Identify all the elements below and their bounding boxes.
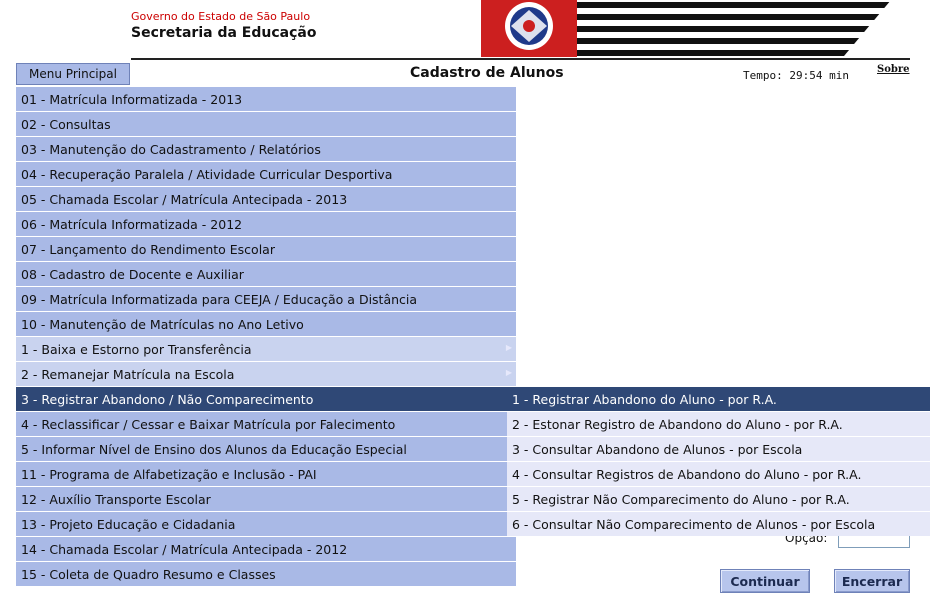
menu-item-03[interactable]: 03 - Manutenção do Cadastramento / Relat…	[16, 137, 516, 161]
continue-button[interactable]: Continuar	[720, 569, 810, 593]
menu-item-label: 4 - Reclassificar / Cessar e Baixar Matr…	[21, 416, 396, 432]
menu-item-label: 04 - Recuperação Paralela / Atividade Cu…	[21, 166, 393, 182]
menu-item-label: 15 - Coleta de Quadro Resumo e Classes	[21, 566, 276, 582]
menu-item-label: 08 - Cadastro de Docente e Auxiliar	[21, 266, 244, 282]
menu-item-08[interactable]: 08 - Cadastro de Docente e Auxiliar	[16, 262, 516, 286]
menu-item-10[interactable]: 10 - Manutenção de Matrículas no Ano Let…	[16, 312, 516, 336]
header-government-text: Governo do Estado de São Paulo	[131, 10, 311, 23]
page-title: Cadastro de Alunos	[410, 65, 564, 81]
submenu-item-label: 1 - Registrar Abandono do Aluno - por R.…	[512, 391, 777, 407]
menu-item-label: 07 - Lançamento do Rendimento Escolar	[21, 241, 275, 257]
menu-item-reclassificar[interactable]: 4 - Reclassificar / Cessar e Baixar Matr…	[16, 412, 516, 436]
submenu-item-2[interactable]: 2 - Estonar Registro de Abandono do Alun…	[507, 412, 930, 436]
menu-principal-button[interactable]: Menu Principal	[16, 63, 130, 85]
submenu-item-label: 5 - Registrar Não Comparecimento do Alun…	[512, 491, 850, 507]
header-secretariat-text: Secretaria da Educação	[131, 25, 317, 41]
menu-item-02[interactable]: 02 - Consultas	[16, 112, 516, 136]
menu-item-15[interactable]: 15 - Coleta de Quadro Resumo e Classes	[16, 562, 516, 586]
submenu-item-4[interactable]: 4 - Consultar Registros de Abandono do A…	[507, 462, 930, 486]
submenu-item-label: 6 - Consultar Não Comparecimento de Alun…	[512, 516, 876, 532]
submenu-item-3[interactable]: 3 - Consultar Abandono de Alunos - por E…	[507, 437, 930, 461]
menu-item-label: 10 - Manutenção de Matrículas no Ano Let…	[21, 316, 304, 332]
menu-item-label: 13 - Projeto Educação e Cidadania	[21, 516, 236, 532]
menu-item-05[interactable]: 05 - Chamada Escolar / Matrícula Antecip…	[16, 187, 516, 211]
menu-item-label: 11 - Programa de Alfabetização e Inclusã…	[21, 466, 317, 482]
sao-paulo-flag-icon	[481, 0, 911, 57]
menu-item-label: 05 - Chamada Escolar / Matrícula Antecip…	[21, 191, 348, 207]
menu-item-label: 01 - Matrícula Informatizada - 2013	[21, 91, 243, 107]
menu-item-14[interactable]: 14 - Chamada Escolar / Matrícula Antecip…	[16, 537, 516, 561]
submenu-item-1[interactable]: 1 - Registrar Abandono do Aluno - por R.…	[507, 387, 930, 411]
submenu-arrow-icon: ▶	[505, 368, 512, 377]
menu-item-remanejar[interactable]: 2 - Remanejar Matrícula na Escola ▶	[16, 362, 516, 386]
submenu-abandono: 1 - Registrar Abandono do Aluno - por R.…	[507, 387, 930, 537]
menu-item-label: 2 - Remanejar Matrícula na Escola	[21, 366, 235, 382]
menu-item-label: 5 - Informar Nível de Ensino dos Alunos …	[21, 441, 407, 457]
submenu-item-label: 2 - Estonar Registro de Abandono do Alun…	[512, 416, 843, 432]
menu-item-04[interactable]: 04 - Recuperação Paralela / Atividade Cu…	[16, 162, 516, 186]
session-timer: Tempo: 29:54 min	[743, 69, 849, 82]
close-button[interactable]: Encerrar	[834, 569, 910, 593]
header-divider	[131, 58, 910, 60]
menu-item-nivel-ensino[interactable]: 5 - Informar Nível de Ensino dos Alunos …	[16, 437, 516, 461]
menu-item-01[interactable]: 01 - Matrícula Informatizada - 2013	[16, 87, 516, 111]
menu-item-registrar-abandono[interactable]: 3 - Registrar Abandono / Não Comparecime…	[16, 387, 516, 411]
menu-item-label: 12 - Auxílio Transporte Escolar	[21, 491, 211, 507]
submenu-item-label: 3 - Consultar Abandono de Alunos - por E…	[512, 441, 803, 457]
menu-item-label: 3 - Registrar Abandono / Não Comparecime…	[21, 391, 314, 407]
menu-item-label: 06 - Matrícula Informatizada - 2012	[21, 216, 243, 232]
menu-item-12[interactable]: 12 - Auxílio Transporte Escolar	[16, 487, 516, 511]
menu-item-label: 1 - Baixa e Estorno por Transferência	[21, 341, 252, 357]
menu-item-13[interactable]: 13 - Projeto Educação e Cidadania	[16, 512, 516, 536]
menu-item-label: 14 - Chamada Escolar / Matrícula Antecip…	[21, 541, 348, 557]
menu-item-baixa-estorno[interactable]: 1 - Baixa e Estorno por Transferência ▶	[16, 337, 516, 361]
menu-item-11[interactable]: 11 - Programa de Alfabetização e Inclusã…	[16, 462, 516, 486]
sobre-link[interactable]: Sobre	[877, 64, 910, 75]
submenu-item-6[interactable]: 6 - Consultar Não Comparecimento de Alun…	[507, 512, 930, 536]
submenu-arrow-icon: ▶	[505, 343, 512, 352]
menu-item-label: 09 - Matrícula Informatizada para CEEJA …	[21, 291, 418, 307]
submenu-item-5[interactable]: 5 - Registrar Não Comparecimento do Alun…	[507, 487, 930, 511]
menu-item-09[interactable]: 09 - Matrícula Informatizada para CEEJA …	[16, 287, 516, 311]
menu-item-label: 02 - Consultas	[21, 116, 111, 132]
main-menu: 01 - Matrícula Informatizada - 2013 02 -…	[16, 87, 516, 587]
submenu-item-label: 4 - Consultar Registros de Abandono do A…	[512, 466, 862, 482]
menu-item-06[interactable]: 06 - Matrícula Informatizada - 2012	[16, 212, 516, 236]
menu-item-07[interactable]: 07 - Lançamento do Rendimento Escolar	[16, 237, 516, 261]
menu-item-label: 03 - Manutenção do Cadastramento / Relat…	[21, 141, 321, 157]
